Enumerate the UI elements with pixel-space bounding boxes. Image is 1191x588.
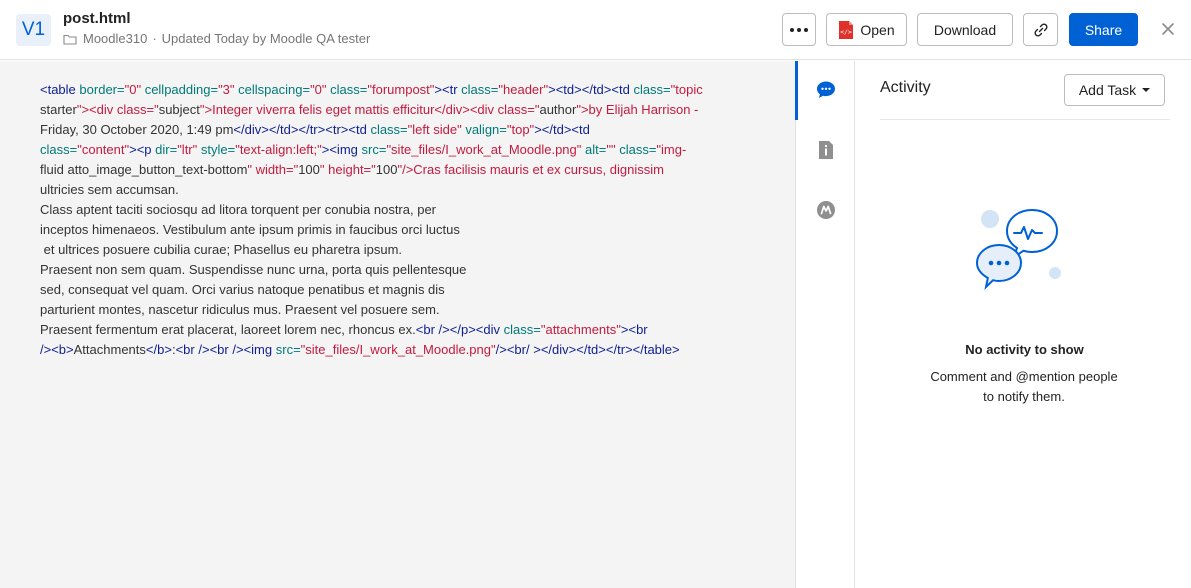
- more-dots-icon: [790, 27, 808, 32]
- conversation-bubbles-icon: [975, 208, 1061, 290]
- folder-icon: [63, 34, 77, 45]
- html-source-view: <table border="0" cellpadding="3" cellsp…: [40, 80, 740, 360]
- download-label: Download: [933, 21, 997, 38]
- source-line: class="content"><p dir="ltr" style="text…: [40, 142, 687, 157]
- metadata-m-icon[interactable]: [815, 199, 837, 221]
- share-label: Share: [1084, 21, 1123, 38]
- source-line: inceptos himenaeos. Vestibulum ante ipsu…: [40, 222, 460, 237]
- source-line: ultricies sem accumsan.: [40, 182, 179, 197]
- activity-panel: Activity Add Task No activity to show Co…: [856, 61, 1191, 588]
- share-button[interactable]: Share: [1069, 13, 1138, 46]
- source-line: <table border="0" cellpadding="3" cellsp…: [40, 82, 703, 97]
- source-line: Praesent fermentum erat placerat, laoree…: [40, 322, 648, 337]
- empty-state-title: No activity to show: [965, 342, 1084, 357]
- empty-state-text: Comment and @mention people to notify th…: [930, 369, 1118, 404]
- header-bar: V1 post.html Moodle310 · Updated Today b…: [0, 0, 1191, 60]
- activity-divider: [880, 119, 1170, 120]
- close-icon[interactable]: [1158, 19, 1178, 39]
- file-name: post.html: [63, 10, 131, 27]
- file-meta: Moodle310 · Updated Today by Moodle QA t…: [63, 31, 370, 46]
- source-line: et ultrices posuere cubilia curae; Phase…: [40, 242, 403, 257]
- source-line: Praesent non sem quam. Suspendisse nunc …: [40, 262, 467, 277]
- more-options-button[interactable]: [782, 13, 816, 46]
- html-file-icon: </>: [839, 20, 854, 39]
- source-line: starter"><div class="subject">Integer vi…: [40, 102, 699, 117]
- active-indicator: [795, 61, 798, 120]
- source-line: Class aptent taciti sociosqu ad litora t…: [40, 202, 437, 217]
- source-line: parturient montes, nascetur ridiculus mu…: [40, 302, 440, 317]
- details-info-icon[interactable]: [815, 139, 837, 161]
- link-icon: [1033, 22, 1048, 37]
- source-line: sed, consequat vel quam. Orci varius nat…: [40, 282, 445, 297]
- open-button[interactable]: </> Open: [826, 13, 907, 46]
- activity-chat-icon[interactable]: [815, 79, 837, 101]
- download-button[interactable]: Download: [917, 13, 1013, 46]
- sidebar-nav: [795, 61, 855, 588]
- source-line: fluid atto_image_button_text-bottom" wid…: [40, 162, 664, 177]
- source-line: Friday, 30 October 2020, 1:49 pm</div></…: [40, 122, 590, 137]
- caret-down-icon: [1142, 88, 1151, 92]
- activity-title: Activity: [880, 79, 931, 96]
- version-badge[interactable]: V1: [16, 14, 51, 46]
- updated-text: Updated Today by Moodle QA tester: [161, 31, 371, 46]
- add-task-button[interactable]: Add Task: [1064, 74, 1165, 106]
- file-preview: <table border="0" cellpadding="3" cellsp…: [0, 61, 795, 588]
- add-task-label: Add Task: [1078, 82, 1137, 98]
- open-label: Open: [860, 21, 895, 38]
- folder-name[interactable]: Moodle310: [83, 31, 147, 46]
- source-line: /><b>Attachments</b>:<br /><br /><img sr…: [40, 342, 680, 357]
- copy-link-button[interactable]: [1023, 13, 1058, 46]
- svg-text:</>: </>: [841, 28, 853, 36]
- meta-separator: ·: [152, 31, 157, 46]
